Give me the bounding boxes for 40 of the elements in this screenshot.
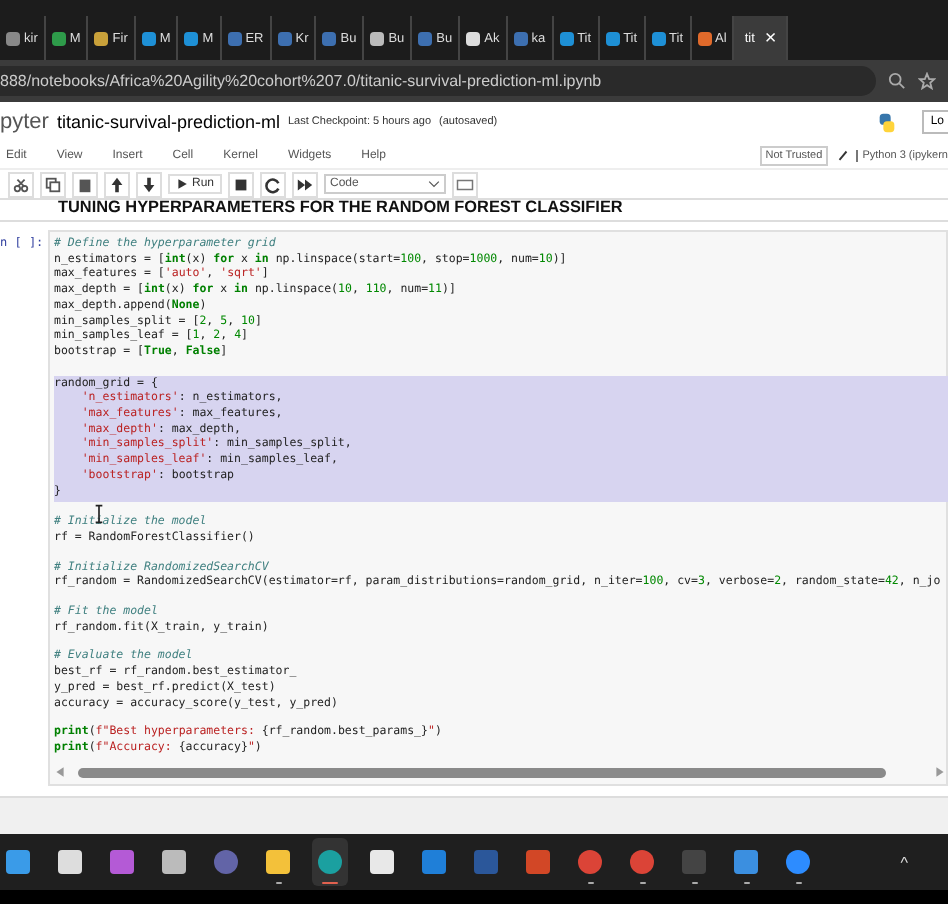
pencil-icon[interactable] (836, 148, 851, 162)
tab-favicon-icon (605, 31, 620, 45)
tab-favicon-icon (513, 31, 528, 45)
stop-icon[interactable] (228, 171, 255, 197)
play-icon (176, 178, 188, 190)
tab-favicon-icon (466, 31, 481, 45)
copy-icon[interactable] (40, 171, 66, 197)
scroll-left-icon[interactable] (54, 766, 66, 779)
caret-icon (428, 178, 441, 190)
tab-favicon-icon (697, 31, 712, 45)
address-bar[interactable]: 888/notebooks/Africa%20Agility%20cohort%207.0/titanic-survival-prediction-ml.ipynb (0, 66, 876, 96)
fast-forward-icon[interactable] (292, 171, 319, 197)
jupyter-logo[interactable]: pyter (0, 110, 49, 134)
keyboard-icon[interactable] (452, 171, 479, 197)
code-cell[interactable] (48, 230, 948, 786)
notebook-title[interactable]: titanic-survival-prediction-ml (56, 112, 280, 132)
horizontal-scrollbar[interactable] (54, 765, 946, 780)
close-tab-button[interactable]: × (764, 27, 777, 49)
arrow-up-icon[interactable] (104, 171, 130, 197)
tab-favicon-icon (6, 31, 20, 45)
tray-caret[interactable]: ^ (900, 853, 908, 871)
cut-icon[interactable] (8, 171, 34, 197)
tab-favicon-icon (418, 31, 433, 45)
tab-favicon-icon (651, 31, 666, 45)
tab-favicon-icon (277, 31, 292, 45)
tab-favicon-icon (370, 31, 385, 45)
star-icon[interactable] (918, 72, 936, 90)
restart-icon[interactable] (260, 171, 287, 197)
arrow-down-icon[interactable] (136, 171, 162, 197)
scroll-right-icon[interactable] (934, 766, 946, 779)
python-logo-icon (876, 111, 899, 133)
tab-favicon-icon (184, 31, 199, 45)
tab-favicon-icon (141, 31, 156, 45)
tab-favicon-icon (94, 31, 109, 45)
tab-favicon-icon (51, 31, 66, 45)
zoom-icon[interactable] (888, 72, 906, 90)
markdown-heading: TUNING HYPERPARAMETERS FOR THE RANDOM FOREST CLASSIFIER (0, 200, 948, 222)
tab-favicon-icon (322, 31, 337, 45)
tab-favicon-icon (559, 31, 574, 45)
tab-favicon-icon (227, 31, 242, 45)
